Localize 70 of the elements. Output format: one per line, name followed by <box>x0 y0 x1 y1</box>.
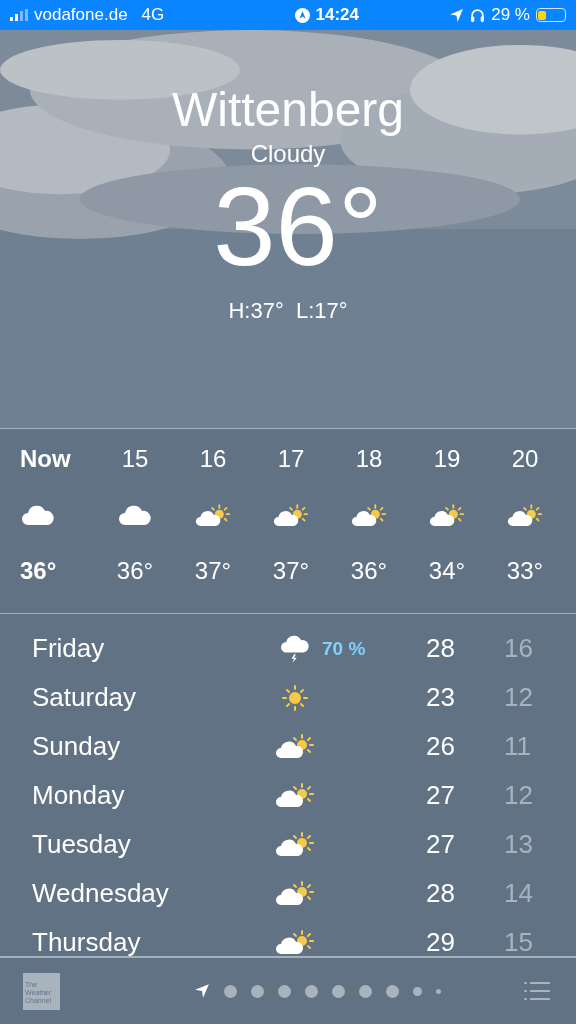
hour-label: 20 <box>511 445 539 473</box>
precipitation-chance: 70 % <box>321 637 367 660</box>
battery-percentage: 29 % <box>491 5 530 25</box>
high-temperature: 23 <box>426 682 456 713</box>
weekday: Thursday <box>32 927 142 958</box>
weekday: Sunday <box>32 731 122 762</box>
weekday: Saturday <box>32 682 138 713</box>
headphones-icon <box>470 7 486 23</box>
page-dot[interactable] <box>358 984 372 998</box>
page-dot[interactable] <box>331 984 345 998</box>
hourly-temperature: 33° <box>506 557 544 585</box>
hourly-temperature: 36° <box>350 557 388 585</box>
hour-label: 17 <box>277 445 305 473</box>
list-icon[interactable] <box>524 981 550 1001</box>
current-temperature: 36° <box>213 168 383 286</box>
hourly-temperature: 36° <box>116 557 154 585</box>
hourly-temperature: 36° <box>20 557 57 585</box>
page-dot[interactable] <box>385 984 399 998</box>
sun-behind-cloud-icon <box>429 503 465 529</box>
page-dot[interactable] <box>304 984 318 998</box>
sun-behind-cloud-icon <box>275 732 315 761</box>
high-temperature: 28 <box>426 633 456 664</box>
sun-behind-cloud-icon <box>275 781 315 810</box>
weekday: Wednesday <box>32 878 170 909</box>
navigation-icon <box>294 7 310 23</box>
location-arrow-icon[interactable] <box>193 983 210 999</box>
sun-behind-cloud-icon <box>275 830 315 859</box>
hourly-temperature: 37° <box>194 557 232 585</box>
page-dot[interactable] <box>412 986 422 996</box>
city-name: Wittenberg <box>171 82 405 138</box>
signal-icon <box>10 9 28 21</box>
hour-label: 15 <box>121 445 149 473</box>
hourly-temperature: 37° <box>272 557 310 585</box>
hour-label: 19 <box>433 445 461 473</box>
high-temperature: 27 <box>426 829 456 860</box>
page-dot[interactable] <box>435 988 441 994</box>
weather-condition: Cloudy <box>250 140 326 168</box>
high-temperature: 27 <box>426 780 456 811</box>
hour-label: 16 <box>199 445 227 473</box>
low-temperature: 12 <box>504 780 533 811</box>
sun-behind-cloud-icon <box>273 503 309 529</box>
location-arrow-icon <box>449 7 465 23</box>
high-temperature: 28 <box>426 878 456 909</box>
battery-icon <box>536 8 566 22</box>
low-temperature: 11 <box>504 731 531 762</box>
hour-label: 18 <box>355 445 383 473</box>
sun-behind-cloud-icon <box>507 503 543 529</box>
page-dot[interactable] <box>277 984 291 998</box>
weekday: Tuesday <box>32 829 132 860</box>
network-type: 4G <box>141 5 165 25</box>
high-temperature: 29 <box>426 927 456 958</box>
sun-behind-cloud-icon <box>275 879 315 908</box>
low-temperature: 12 <box>504 682 533 713</box>
low-temperature: 14 <box>504 878 533 909</box>
clock: 14:24 <box>315 5 359 25</box>
sun-behind-cloud-icon <box>351 503 387 529</box>
page-dot[interactable] <box>250 984 264 998</box>
high-temperature: 26 <box>426 731 456 762</box>
hour-label: Now <box>20 445 71 473</box>
high-low-temperature: H:37° L:17° <box>228 298 348 324</box>
carrier-name: vodafone.de <box>34 5 128 25</box>
low-temperature: 13 <box>504 829 533 860</box>
low-temperature: 15 <box>504 927 533 958</box>
low-temperature: 16 <box>504 633 533 664</box>
sun-behind-cloud-icon <box>195 503 231 529</box>
sun-behind-cloud-icon <box>275 928 315 957</box>
weekday: Friday <box>32 633 106 664</box>
page-dot[interactable] <box>223 984 237 998</box>
weekday: Monday <box>32 780 126 811</box>
hourly-temperature: 34° <box>428 557 466 585</box>
